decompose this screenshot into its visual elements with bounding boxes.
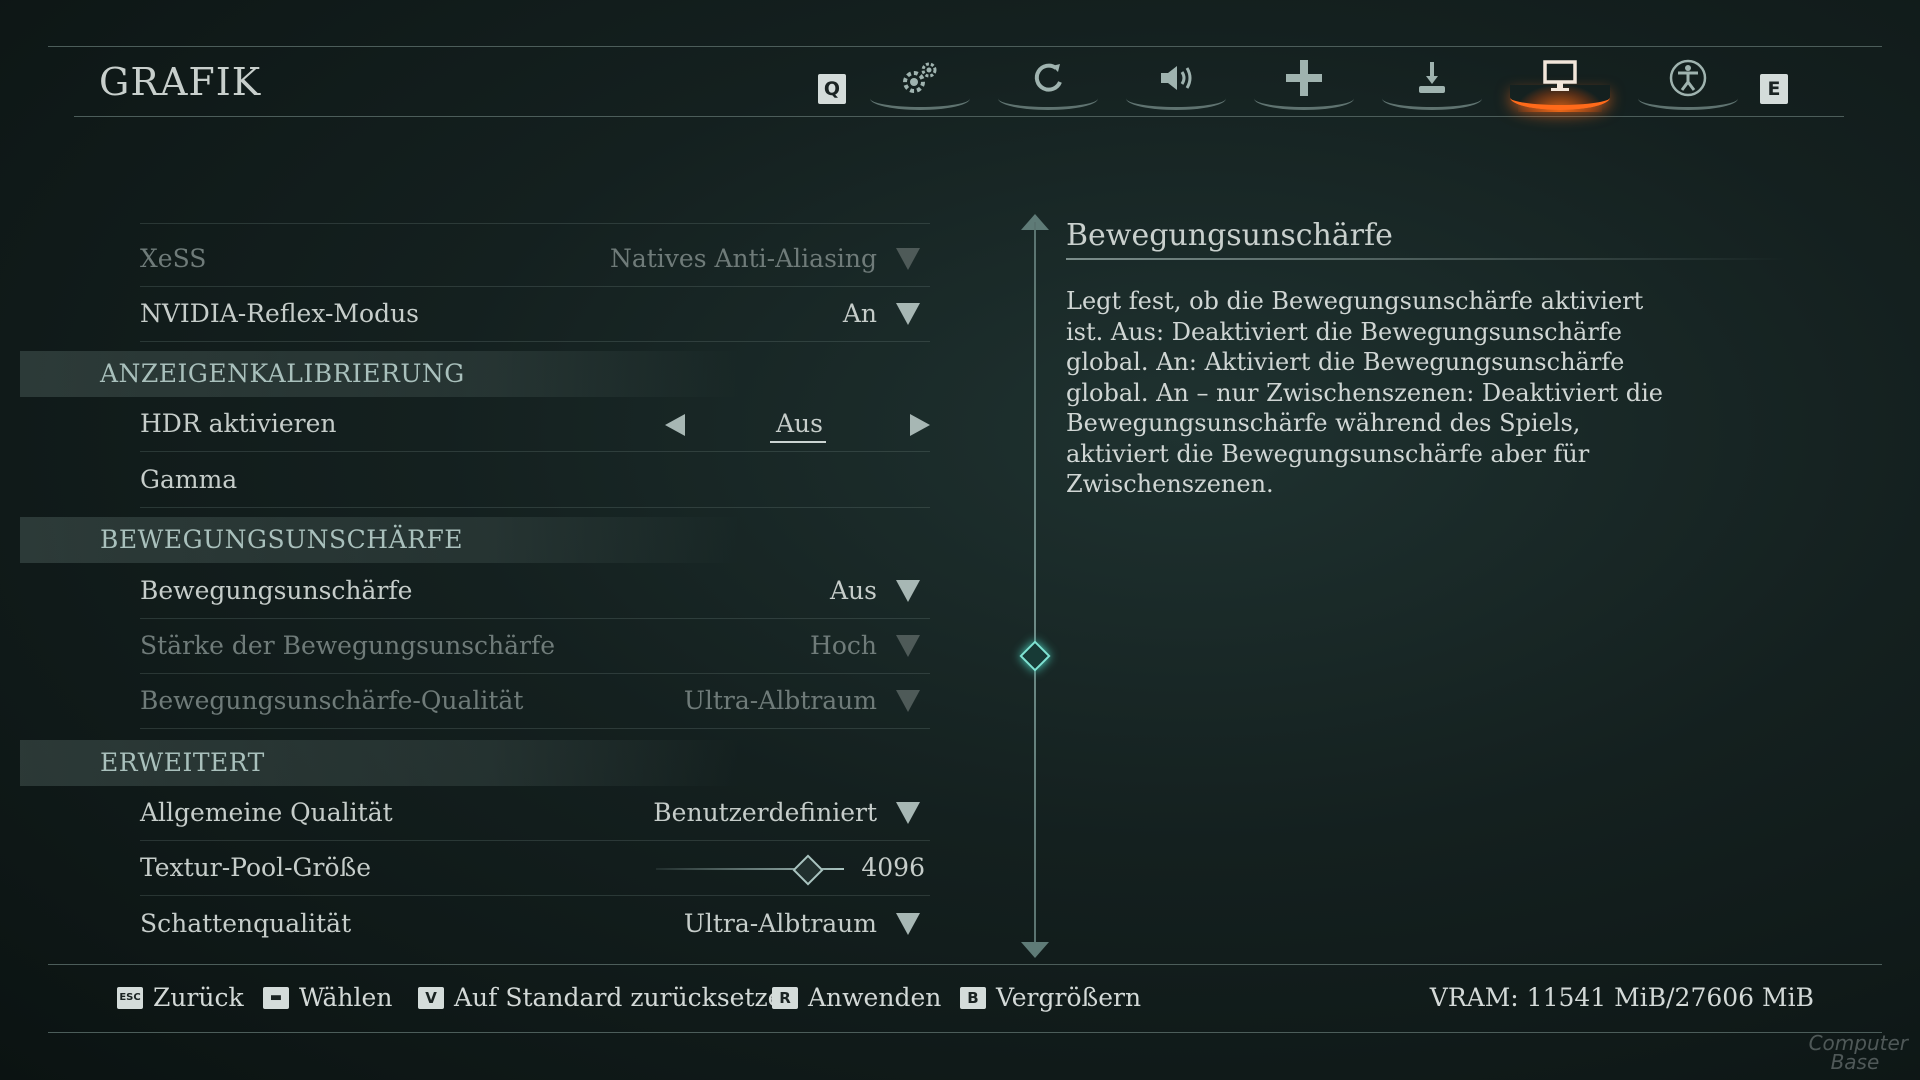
setting-value: 4096: [861, 853, 925, 882]
tab-gameplay[interactable]: [996, 56, 1100, 114]
setting-label: Allgemeine Qualität: [140, 798, 393, 827]
setting-label: Stärke der Bewegungsunschärfe: [140, 631, 556, 660]
tab-input-devices[interactable]: [1380, 56, 1484, 114]
setting-value: Ultra-Albtraum: [683, 686, 877, 715]
swirl-icon: [996, 58, 1100, 98]
tab-general[interactable]: [868, 56, 972, 114]
hint-apply[interactable]: R Anwenden: [772, 983, 941, 1012]
scrollbar-thumb[interactable]: [1019, 640, 1051, 672]
hint-select[interactable]: ▬ Wählen: [263, 983, 392, 1012]
setting-partial-top: [140, 205, 930, 224]
hint-label: Zurück: [153, 983, 244, 1012]
speaker-icon: [1124, 58, 1228, 98]
section-label: ERWEITERT: [100, 748, 265, 777]
header-underline: [74, 116, 1844, 117]
setting-reflex[interactable]: NVIDIA-Reflex-Modus An: [140, 287, 930, 342]
arrow-right-icon[interactable]: [910, 414, 930, 436]
chevron-down-icon[interactable]: [896, 580, 920, 602]
description-underline: [1066, 258, 1786, 260]
next-tab-key[interactable]: E: [1760, 74, 1788, 104]
setting-label: Textur-Pool-Größe: [140, 853, 371, 882]
setting-label: HDR aktivieren: [140, 409, 337, 438]
watermark: Computer Base: [1809, 1033, 1908, 1074]
setting-hdr[interactable]: HDR aktivieren Aus: [140, 397, 930, 452]
footer-top-line: [48, 964, 1882, 965]
hint-label: Wählen: [299, 983, 393, 1012]
hint-zoom[interactable]: B Vergrößern: [960, 983, 1141, 1012]
section-header-motion-blur: BEWEGUNGSUNSCHÄRFE: [20, 517, 740, 563]
joystick-icon: [1380, 58, 1484, 98]
hint-label: Anwenden: [808, 983, 942, 1012]
tab-graphics[interactable]: [1508, 56, 1612, 114]
setting-motion-strength[interactable]: Stärke der Bewegungsunschärfe Hoch: [140, 619, 930, 674]
prev-tab-key[interactable]: Q: [818, 74, 846, 104]
section-header-advanced: ERWEITERT: [20, 740, 740, 786]
vram-readout: VRAM: 11541 MiB/27606 MiB: [1429, 983, 1814, 1012]
setting-xess[interactable]: XeSS Natives Anti-Aliasing: [140, 232, 930, 287]
chevron-down-icon[interactable]: [896, 913, 920, 935]
setting-value: Natives Anti-Aliasing: [609, 244, 877, 273]
tab-accessibility[interactable]: [1636, 56, 1740, 114]
monitor-icon: [1508, 58, 1612, 98]
bottom-frame-line: [48, 1032, 1882, 1033]
setting-label: NVIDIA-Reflex-Modus: [140, 299, 420, 328]
section-header-calibration: ANZEIGENKALIBRIERUNG: [20, 351, 740, 397]
tab-controls[interactable]: [1252, 56, 1356, 114]
description-title: Bewegungsunschärfe: [1066, 218, 1393, 253]
key-v: V: [418, 986, 444, 1009]
setting-value: Aus: [776, 409, 823, 438]
dpad-icon: [1252, 58, 1356, 98]
scrollbar[interactable]: [1034, 222, 1036, 952]
setting-label: Bewegungsunschärfe: [140, 576, 413, 605]
hint-back[interactable]: ESC Zurück: [117, 983, 244, 1012]
accessibility-icon: [1636, 58, 1740, 98]
hint-label: Auf Standard zurücksetzen: [454, 983, 799, 1012]
setting-value: Hoch: [810, 631, 877, 660]
hint-label: Vergrößern: [996, 983, 1142, 1012]
setting-label: Gamma: [140, 465, 238, 494]
page-title: GRAFIK: [99, 60, 262, 104]
chevron-down-icon[interactable]: [896, 635, 920, 657]
setting-label: Schattenqualität: [140, 909, 352, 938]
chevron-down-icon[interactable]: [896, 303, 920, 325]
description-text: Legt fest, ob die Bewegungsunschärfe akt…: [1066, 287, 1663, 498]
settings-list: XeSS Natives Anti-Aliasing NVIDIA-Reflex…: [0, 205, 940, 945]
slider-handle[interactable]: [792, 854, 824, 886]
key-esc: ESC: [117, 986, 143, 1009]
key-r: R: [772, 986, 798, 1009]
scroll-down-cap: [1021, 942, 1049, 958]
top-frame-line: [48, 46, 1882, 47]
setting-texture-pool[interactable]: Textur-Pool-Größe 4096: [140, 841, 930, 896]
setting-label: Bewegungsunschärfe-Qualität: [140, 686, 524, 715]
arrow-left-icon[interactable]: [665, 414, 685, 436]
chevron-down-icon[interactable]: [896, 802, 920, 824]
setting-value: An: [842, 299, 877, 328]
tab-audio[interactable]: [1124, 56, 1228, 114]
footer-hints: ESC Zurück ▬ Wählen V Auf Standard zurüc…: [0, 975, 1920, 1025]
value-underline: [770, 441, 826, 443]
section-label: BEWEGUNGSUNSCHÄRFE: [100, 525, 464, 554]
setting-label: XeSS: [140, 244, 207, 273]
setting-shadow-quality[interactable]: Schattenqualität Ultra-Albtraum: [140, 897, 930, 945]
setting-motion-blur[interactable]: Bewegungsunschärfe Aus: [140, 564, 930, 619]
chevron-down-icon[interactable]: [896, 248, 920, 270]
setting-gamma[interactable]: Gamma: [140, 453, 930, 508]
chevron-down-icon[interactable]: [896, 690, 920, 712]
key-space: ▬: [263, 986, 289, 1009]
setting-motion-quality[interactable]: Bewegungsunschärfe-Qualität Ultra-Albtra…: [140, 674, 930, 729]
key-b: B: [960, 986, 986, 1009]
setting-value: Benutzerdefiniert: [653, 798, 877, 827]
category-tabbar: Q E: [818, 56, 1790, 114]
setting-value: Ultra-Albtraum: [683, 909, 877, 938]
section-label: ANZEIGENKALIBRIERUNG: [100, 359, 465, 388]
hint-reset[interactable]: V Auf Standard zurücksetzen: [418, 983, 799, 1012]
setting-value: Aus: [830, 576, 877, 605]
setting-overall-quality[interactable]: Allgemeine Qualität Benutzerdefiniert: [140, 786, 930, 841]
watermark-line2: Base: [1830, 1050, 1880, 1074]
gears-icon: [868, 58, 972, 98]
